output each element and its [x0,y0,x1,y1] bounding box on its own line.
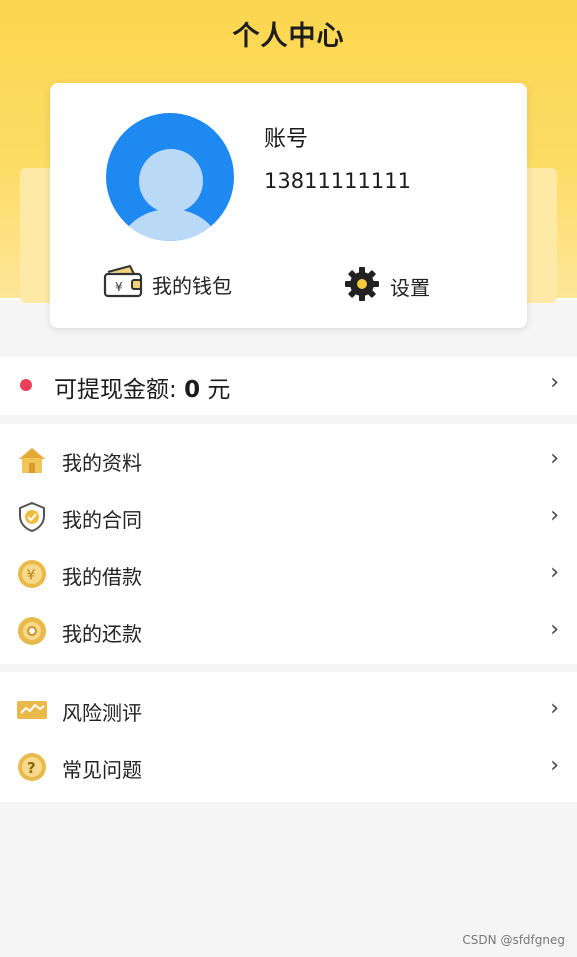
chevron-right-icon: › [550,617,559,642]
menu-group-help: 风险测评 › ? 常见问题 › [0,672,577,802]
watermark: CSDN @sfdfgneg [462,933,565,947]
settings-label: 设置 [390,275,430,300]
svg-text:¥: ¥ [115,280,123,294]
wallet-button[interactable]: ¥ 我的钱包 [102,264,232,304]
chevron-right-icon: › [550,446,559,471]
house-icon [16,444,48,476]
menu-label: 我的借款 [62,565,142,589]
yen-coin-icon: ¥ [16,558,48,590]
settings-button[interactable]: 设置 [342,264,430,308]
question-icon: ? [16,751,48,783]
menu-label: 我的资料 [62,451,142,475]
wallet-icon: ¥ [102,264,144,304]
menu-label: 常见问题 [62,758,142,782]
profile-card: 账号 13811111111 ¥ 我的钱包 设置 [50,83,527,328]
account-phone: 13811111111 [264,169,411,193]
page-title: 个人中心 [232,21,345,52]
menu-item-risk-assessment[interactable]: 风险测评 › [0,684,577,736]
menu-item-faq[interactable]: ? 常见问题 › [0,741,577,793]
wallet-label: 我的钱包 [152,273,232,298]
svg-text:¥: ¥ [27,568,36,584]
menu-item-contract[interactable]: 我的合同 › [0,491,577,543]
avatar-head [139,149,203,213]
withdraw-amount: 0 [184,377,201,403]
coin-icon [16,615,48,647]
withdraw-row[interactable]: 可提现金额: 0 元 › [0,357,577,415]
account-label: 账号 [264,127,309,152]
gear-icon [342,264,382,308]
chevron-right-icon: › [550,753,559,778]
chevron-right-icon: › [550,696,559,721]
menu-label: 风险测评 [62,701,142,725]
shield-check-icon [16,501,48,533]
chevron-right-icon: › [550,560,559,585]
svg-text:?: ? [27,759,36,777]
avatar[interactable] [106,113,234,241]
menu-item-loan[interactable]: ¥ 我的借款 › [0,548,577,600]
menu-item-repayment[interactable]: 我的还款 › [0,605,577,657]
chevron-right-icon: › [550,503,559,528]
menu-label: 我的合同 [62,508,142,532]
menu-label: 我的还款 [62,622,142,646]
avatar-body [120,209,220,241]
menu-item-profile[interactable]: 我的资料 › [0,434,577,486]
withdraw-unit: 元 [200,377,231,403]
chevron-right-icon: › [550,370,559,395]
withdraw-label: 可提现金额: [54,377,185,403]
menu-group-account: 我的资料 › 我的合同 › ¥ 我的借款 › 我的还款 › [0,424,577,664]
status-dot [20,379,32,391]
withdraw-text: 可提现金额: 0 元 [54,370,230,404]
chart-card-icon [16,694,48,726]
